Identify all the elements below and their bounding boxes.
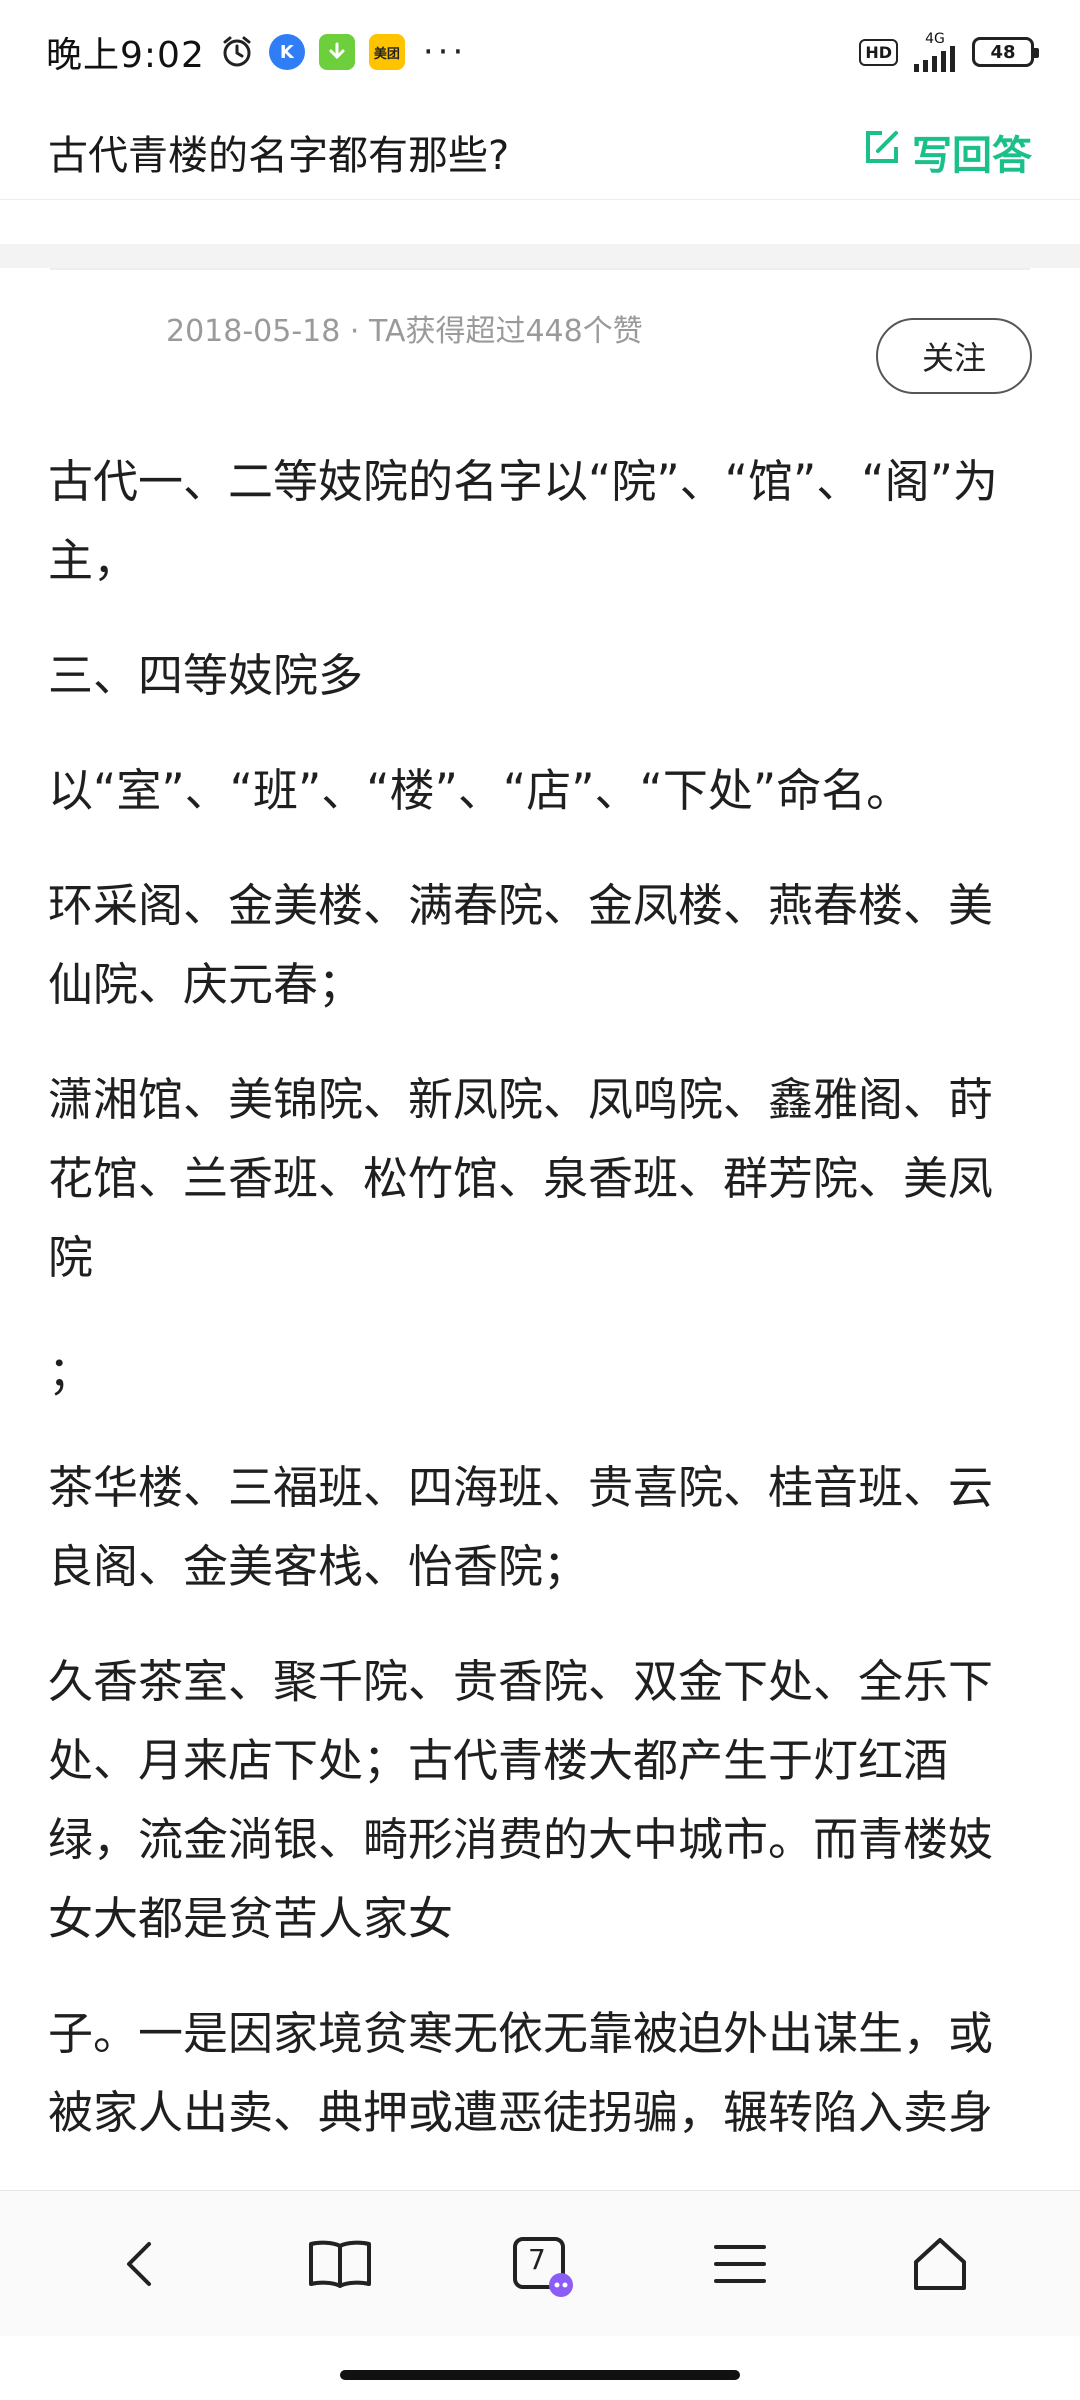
- answer-body: 古代一、二等妓院的名字以“院”、“馆”、“阁”为主， 三、四等妓院多 以“室”、…: [48, 442, 1008, 2162]
- home-button[interactable]: [895, 2219, 985, 2309]
- answer-paragraph: 久香茶室、聚千院、贵香院、双金下处、全乐下处、月来店下处；古代青楼大都产生于灯红…: [48, 1655, 994, 1945]
- tabs-button[interactable]: 7: [495, 2219, 585, 2309]
- write-answer-button[interactable]: 写回答: [862, 123, 1032, 181]
- answer-paragraph: 三、四等妓院多: [48, 649, 364, 702]
- network-type: 4G: [925, 31, 945, 47]
- bottom-nav: 7: [0, 2190, 1080, 2336]
- answer-paragraph: 潇湘馆、美锦院、新凤院、凤鸣院、鑫雅阁、莳花馆、兰香班、松竹馆、泉香班、群芳院、…: [48, 1073, 994, 1284]
- answer-paragraph: 环采阁、金美楼、满春院、金凤楼、燕春楼、美仙院、庆元春；: [48, 879, 994, 1011]
- status-right: HD 4G 48: [859, 32, 1039, 72]
- tab-count: 7: [528, 2242, 546, 2276]
- meituan-app-icon: 美团: [368, 34, 405, 70]
- signal-icon: [914, 46, 955, 72]
- back-icon: [127, 2241, 151, 2286]
- question-header: 古代青楼的名字都有那些? 写回答: [0, 104, 1080, 200]
- write-answer-label: 写回答: [912, 132, 1032, 179]
- bookmarks-button[interactable]: [295, 2219, 385, 2309]
- status-time: 晚上9:02: [46, 35, 205, 76]
- answer-paragraph: ；: [48, 1346, 94, 1399]
- home-indicator[interactable]: [340, 2370, 740, 2380]
- status-bar: 晚上9:02 K 美团 ··· HD 4G 48: [0, 0, 1080, 104]
- follow-button[interactable]: 关注: [876, 318, 1032, 394]
- divider: [50, 268, 1030, 270]
- k-app-icon: K: [268, 34, 305, 70]
- meituan-app-text: 美团: [373, 46, 400, 62]
- download-app-icon: [318, 34, 355, 70]
- question-title: 古代青楼的名字都有那些?: [48, 132, 510, 179]
- menu-icon: [714, 2244, 766, 2283]
- bookmarks-icon: [309, 2240, 371, 2288]
- battery-level: 48: [990, 41, 1016, 63]
- answer-meta: 2018-05-18 · TA获得超过448个赞: [166, 314, 643, 349]
- home-icon: [914, 2237, 966, 2290]
- answer-paragraph: 茶华楼、三福班、四海班、贵喜院、桂音班、云良阁、金美客栈、怡香院；: [48, 1461, 994, 1593]
- hd-icon: HD: [859, 38, 898, 66]
- battery-icon: 48: [972, 37, 1039, 67]
- alarm-icon: [219, 34, 255, 70]
- more-notifications-icon: ···: [422, 32, 468, 72]
- section-gap: [0, 244, 1080, 268]
- network-indicator: 4G: [910, 32, 960, 72]
- answer-paragraph: 子。一是因家境贫寒无依无靠被迫外出谋生，或被家人出卖、典押或遭恶徒拐骗，辗转陷入…: [48, 2007, 994, 2139]
- answer-paragraph: 古代一、二等妓院的名字以“院”、“馆”、“阁”为主，: [48, 455, 998, 587]
- follow-label: 关注: [921, 339, 986, 377]
- back-button[interactable]: [95, 2219, 185, 2309]
- answer-paragraph: 以“室”、“班”、“楼”、“店”、“下处”命名。: [48, 764, 912, 817]
- edit-icon: [862, 127, 902, 177]
- k-app-letter: K: [279, 41, 294, 63]
- menu-button[interactable]: [695, 2219, 785, 2309]
